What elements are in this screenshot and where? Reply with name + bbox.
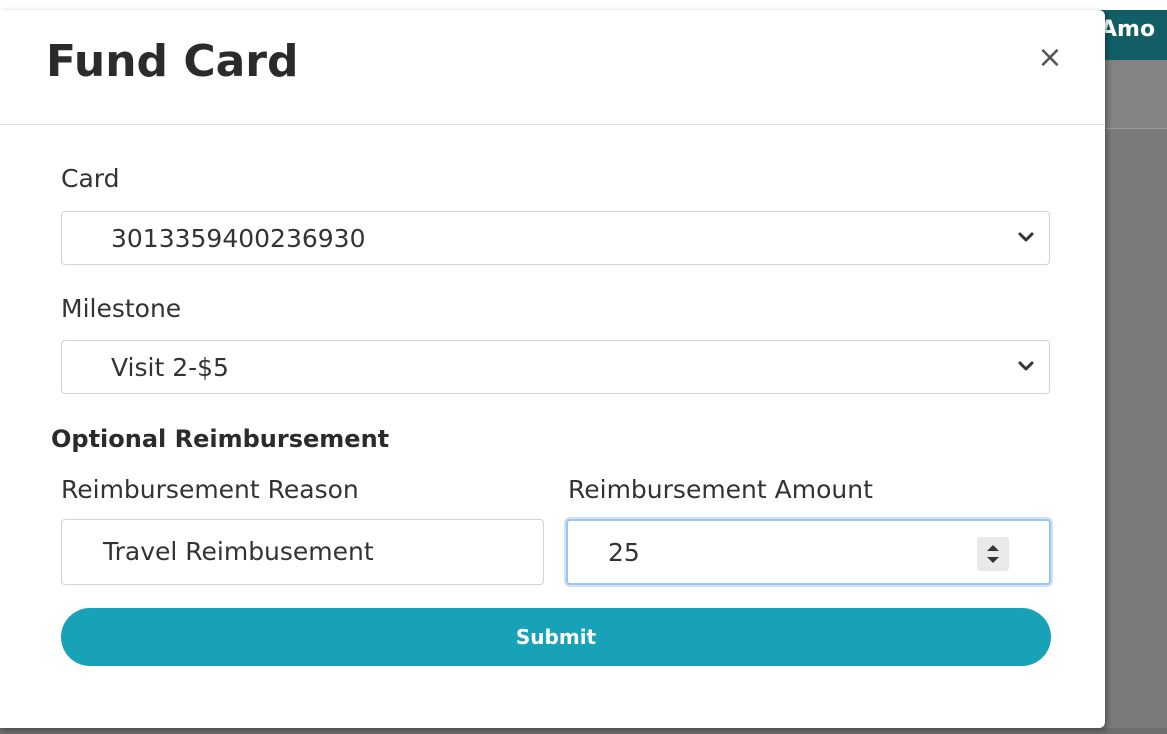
milestone-select-value: Visit 2-$5 xyxy=(111,353,229,382)
background-strip xyxy=(1098,60,1167,129)
background-page-top xyxy=(0,0,1167,10)
chevron-down-icon xyxy=(1018,232,1034,242)
modal-title: Fund Card xyxy=(46,36,299,87)
reimbursement-amount-value: 25 xyxy=(608,538,640,567)
close-button[interactable]: × xyxy=(1030,38,1070,78)
reimbursement-amount-input[interactable]: 25 xyxy=(566,519,1051,585)
reimbursement-reason-label: Reimbursement Reason xyxy=(61,475,359,504)
background-amount-header: Amo xyxy=(1098,10,1167,60)
submit-button[interactable]: Submit xyxy=(61,608,1051,666)
milestone-select[interactable]: Visit 2-$5 xyxy=(61,340,1050,394)
reimbursement-amount-label: Reimbursement Amount xyxy=(568,475,873,504)
background-page-bottom xyxy=(0,728,1167,734)
fund-card-modal: Fund Card × Card 3013359400236930 Milest… xyxy=(0,10,1105,728)
number-spinner[interactable] xyxy=(977,537,1009,571)
reimbursement-reason-value: Travel Reimbusement xyxy=(103,537,374,566)
milestone-label: Milestone xyxy=(61,294,182,323)
card-select[interactable]: 3013359400236930 xyxy=(61,211,1050,265)
optional-reimbursement-heading: Optional Reimbursement xyxy=(51,425,390,453)
close-icon[interactable]: × xyxy=(1037,40,1062,75)
spinner-arrows-icon[interactable] xyxy=(977,537,1009,571)
chevron-down-icon xyxy=(1018,361,1034,371)
card-label: Card xyxy=(61,164,120,193)
reimbursement-reason-input[interactable]: Travel Reimbusement xyxy=(61,519,544,585)
modal-header: Fund Card × xyxy=(0,10,1105,125)
card-select-value: 3013359400236930 xyxy=(111,224,366,253)
